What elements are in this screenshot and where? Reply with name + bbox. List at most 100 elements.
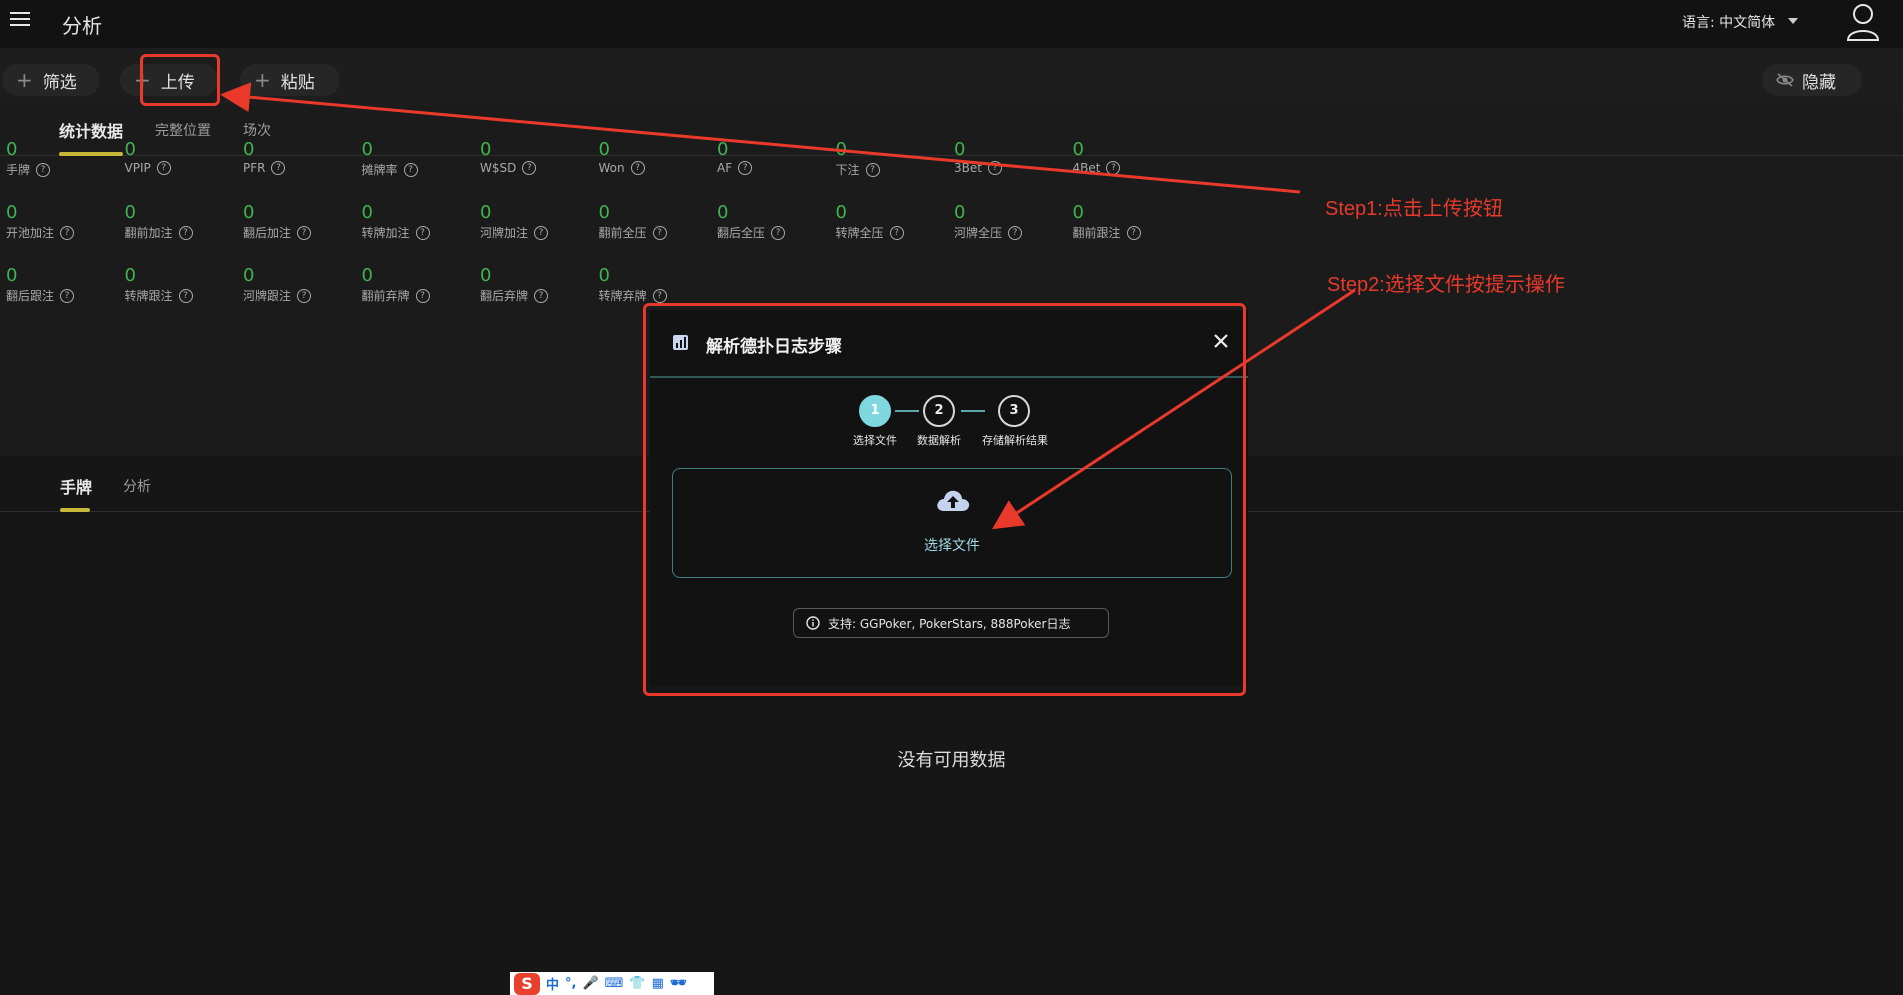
ime-more-icon[interactable]: 🕶 bbox=[670, 976, 687, 991]
stat-label: 转牌跟注? bbox=[125, 287, 235, 304]
stat-value: 0 bbox=[361, 139, 373, 160]
tab-full-position[interactable]: 完整位置 bbox=[155, 120, 211, 140]
help-icon[interactable]: ? bbox=[60, 225, 75, 240]
stat-label: 开池加注? bbox=[6, 224, 116, 241]
stat-label: VPIP? bbox=[125, 161, 235, 175]
help-icon[interactable]: ? bbox=[297, 288, 312, 303]
stat-label-text: 河牌跟注 bbox=[243, 289, 292, 303]
stat-label-text: 下注 bbox=[835, 163, 860, 177]
help-icon[interactable]: ? bbox=[738, 161, 753, 175]
hamburger-menu-icon[interactable] bbox=[10, 12, 30, 28]
ime-punctuation-icon[interactable]: °, bbox=[565, 976, 576, 991]
filter-button[interactable]: + 筛选 bbox=[2, 64, 100, 96]
help-icon[interactable]: ? bbox=[1008, 225, 1023, 240]
stat-label: 4Bet? bbox=[1073, 161, 1183, 175]
tab-stats[interactable]: 统计数据 bbox=[59, 118, 123, 142]
stat-item: 0 河牌加注? bbox=[480, 203, 590, 241]
help-icon[interactable]: ? bbox=[534, 288, 549, 303]
help-icon[interactable]: ? bbox=[415, 225, 430, 240]
stat-label: 翻后弃牌? bbox=[480, 287, 590, 304]
stat-item: 0 VPIP? bbox=[125, 140, 235, 175]
help-icon[interactable]: ? bbox=[36, 162, 51, 177]
language-selector[interactable]: 语言: 中文简体 bbox=[1682, 12, 1775, 32]
empty-state-text: 没有可用数据 bbox=[897, 750, 1006, 771]
ime-keyboard-icon[interactable]: ⌨ bbox=[605, 976, 624, 991]
help-icon[interactable]: ? bbox=[865, 162, 880, 177]
stat-value: 0 bbox=[243, 265, 255, 286]
stat-label-text: 转牌加注 bbox=[361, 226, 410, 240]
stat-value: 0 bbox=[954, 202, 966, 223]
stat-item: 0 下注? bbox=[836, 140, 946, 178]
help-icon[interactable]: ? bbox=[534, 225, 549, 240]
help-icon[interactable]: ? bbox=[60, 288, 75, 303]
filter-button-label: 筛选 bbox=[42, 72, 77, 93]
stat-value: 0 bbox=[124, 139, 136, 160]
toolbar: + 筛选 + 上传 + 粘贴 隐藏 bbox=[0, 48, 1903, 106]
annotation-step2: Step2:选择文件按提示操作 bbox=[1327, 274, 1565, 296]
stat-value: 0 bbox=[361, 265, 373, 286]
stat-label: PFR? bbox=[243, 161, 353, 175]
stat-value: 0 bbox=[717, 202, 729, 223]
help-icon[interactable]: ? bbox=[403, 162, 418, 177]
ime-logo[interactable]: S bbox=[514, 972, 540, 995]
stat-label-text: W$SD bbox=[480, 161, 517, 175]
stat-label-text: 3Bet bbox=[954, 161, 982, 175]
stat-label: 河牌全压? bbox=[954, 224, 1064, 241]
help-icon[interactable]: ? bbox=[652, 288, 667, 303]
tab-sessions[interactable]: 场次 bbox=[243, 120, 271, 140]
help-icon[interactable]: ? bbox=[415, 288, 430, 303]
stat-item: 0 W$SD? bbox=[480, 140, 590, 175]
stat-value: 0 bbox=[835, 139, 847, 160]
stat-item: 0 转牌加注? bbox=[362, 203, 472, 241]
help-icon[interactable]: ? bbox=[156, 161, 171, 175]
stat-item: 0 河牌全压? bbox=[954, 203, 1064, 241]
highlight-dialog-box bbox=[643, 303, 1246, 696]
user-account-icon[interactable] bbox=[1846, 2, 1880, 42]
help-icon[interactable]: ? bbox=[271, 161, 286, 175]
paste-button[interactable]: + 粘贴 bbox=[240, 64, 340, 96]
stat-label: 翻前弃牌? bbox=[362, 287, 472, 304]
ime-skin-icon[interactable]: 👕 bbox=[629, 976, 645, 991]
stat-label: 翻前加注? bbox=[125, 224, 235, 241]
ime-language-toggle[interactable]: 中 bbox=[546, 974, 559, 993]
stat-item: 0 翻前全压? bbox=[599, 203, 709, 241]
help-icon[interactable]: ? bbox=[297, 225, 312, 240]
stat-label: 3Bet? bbox=[954, 161, 1064, 175]
stat-value: 0 bbox=[124, 202, 136, 223]
help-icon[interactable]: ? bbox=[522, 161, 537, 175]
top-app-bar: 分析 语言: 中文简体 bbox=[0, 0, 1903, 48]
help-icon[interactable]: ? bbox=[1106, 161, 1121, 175]
ime-toolbox-icon[interactable]: ▦ bbox=[652, 976, 664, 991]
stat-value: 0 bbox=[598, 202, 610, 223]
stat-label: W$SD? bbox=[480, 161, 590, 175]
stat-item: 0 Won? bbox=[599, 140, 709, 175]
help-icon[interactable]: ? bbox=[987, 161, 1002, 175]
stat-item: 0 4Bet? bbox=[1073, 140, 1183, 175]
stat-value: 0 bbox=[243, 202, 255, 223]
chevron-down-icon[interactable] bbox=[1788, 18, 1798, 24]
plus-icon: + bbox=[16, 68, 33, 92]
help-icon[interactable]: ? bbox=[630, 161, 645, 175]
help-icon[interactable]: ? bbox=[178, 288, 193, 303]
stat-item: 0 AF? bbox=[717, 140, 827, 175]
hide-button[interactable]: 隐藏 bbox=[1762, 64, 1862, 96]
help-icon[interactable]: ? bbox=[652, 225, 667, 240]
tab-analysis[interactable]: 分析 bbox=[123, 476, 151, 496]
help-icon[interactable]: ? bbox=[178, 225, 193, 240]
stat-label-text: 翻后弃牌 bbox=[480, 289, 529, 303]
stat-label-text: 翻后加注 bbox=[243, 226, 292, 240]
ime-voice-icon[interactable]: 🎤 bbox=[582, 976, 598, 991]
stat-value: 0 bbox=[598, 265, 610, 286]
help-icon[interactable]: ? bbox=[771, 225, 786, 240]
stat-label: 翻后全压? bbox=[717, 224, 827, 241]
stat-label: 河牌加注? bbox=[480, 224, 590, 241]
stat-value: 0 bbox=[1072, 139, 1084, 160]
hide-button-label: 隐藏 bbox=[1802, 72, 1836, 93]
eye-off-icon bbox=[1776, 73, 1794, 87]
stat-item: 0 翻后全压? bbox=[717, 203, 827, 241]
tab-hands[interactable]: 手牌 bbox=[60, 474, 92, 498]
stat-label-text: 转牌全压 bbox=[835, 226, 884, 240]
help-icon[interactable]: ? bbox=[889, 225, 904, 240]
stat-item: 0 3Bet? bbox=[954, 140, 1064, 175]
help-icon[interactable]: ? bbox=[1126, 225, 1141, 240]
